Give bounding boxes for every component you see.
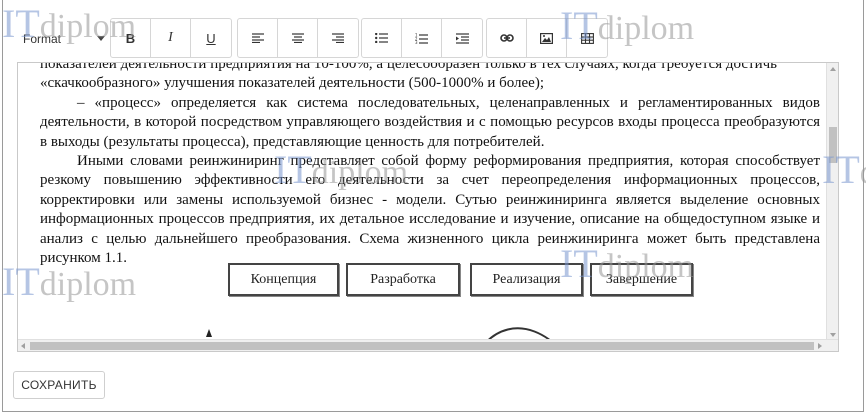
scroll-up-icon[interactable] <box>830 67 836 71</box>
bold-icon: B <box>125 30 136 46</box>
scroll-left-icon[interactable] <box>21 343 25 349</box>
link-button[interactable] <box>487 19 527 57</box>
link-icon <box>499 34 514 42</box>
align-group <box>237 18 359 58</box>
table-icon <box>580 32 594 44</box>
underline-icon: U <box>206 30 216 46</box>
editor-toolbar: Format B I U 123 <box>13 18 613 60</box>
diagram-box-concept: Концепция <box>228 263 339 296</box>
text-line: показателей деятельности предприятия на … <box>40 62 778 72</box>
list-group: 123 <box>361 18 483 58</box>
align-center-button[interactable] <box>278 19 318 57</box>
chevron-down-icon <box>97 36 105 41</box>
image-icon <box>540 32 553 44</box>
vertical-scroll-thumb[interactable] <box>829 127 837 163</box>
insert-group <box>486 18 608 58</box>
align-left-button[interactable] <box>238 19 278 57</box>
align-right-button[interactable] <box>318 19 358 57</box>
numbered-list-button[interactable]: 123 <box>402 19 442 57</box>
bold-button[interactable]: B <box>111 19 151 57</box>
diagram-box-development: Разработка <box>346 263 460 296</box>
underline-button[interactable]: U <box>191 19 231 57</box>
save-button[interactable]: СОХРАНИТЬ <box>13 371 105 399</box>
horizontal-scroll-thumb[interactable] <box>30 342 814 350</box>
table-button[interactable] <box>567 19 607 57</box>
diagram-box-completion: Завершение <box>590 263 693 296</box>
vertical-scrollbar[interactable] <box>826 63 838 341</box>
italic-button[interactable]: I <box>151 19 191 57</box>
image-button[interactable] <box>527 19 567 57</box>
indent-button[interactable] <box>442 19 482 57</box>
align-left-icon <box>251 33 264 43</box>
indent-icon <box>455 32 469 44</box>
bulleted-list-icon <box>375 33 388 43</box>
scroll-right-icon[interactable] <box>818 343 822 349</box>
format-dropdown-label: Format <box>23 32 62 46</box>
svg-text:3: 3 <box>415 40 418 44</box>
scroll-down-icon[interactable] <box>830 333 836 337</box>
text-style-group: B I U <box>110 18 232 58</box>
horizontal-scrollbar[interactable] <box>18 339 838 351</box>
paragraph: – «процесс» определяется как система пос… <box>40 94 820 150</box>
document-text: показателей деятельности предприятия на … <box>40 62 820 268</box>
diagram-box-implementation: Реализация <box>470 263 583 296</box>
format-dropdown[interactable]: Format <box>13 26 107 52</box>
editor-content-area[interactable]: показателей деятельности предприятия на … <box>17 62 839 352</box>
italic-icon: I <box>168 30 173 45</box>
bulleted-list-button[interactable] <box>362 19 402 57</box>
align-center-icon <box>291 33 304 43</box>
text-line: «скачкообразного» улучшения показателей … <box>40 75 545 92</box>
numbered-list-icon: 123 <box>415 33 428 44</box>
paragraph: Иными словами реинжиниринг представляет … <box>40 153 820 267</box>
align-right-icon <box>332 33 344 43</box>
